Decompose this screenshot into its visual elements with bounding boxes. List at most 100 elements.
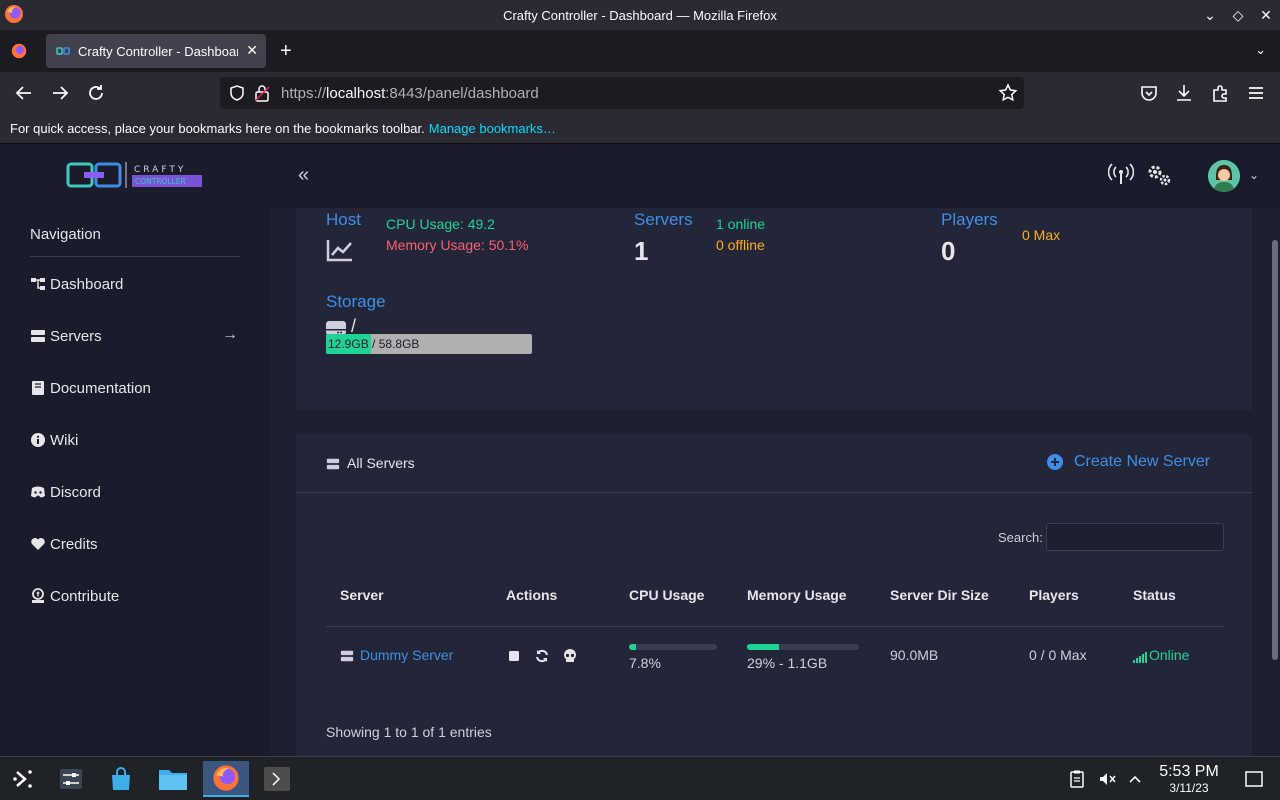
stop-icon[interactable] bbox=[506, 648, 522, 664]
firefox-taskbar-button[interactable] bbox=[203, 761, 249, 797]
server-icon bbox=[326, 458, 340, 470]
cell-status: Online bbox=[1119, 626, 1224, 684]
col-memory-usage[interactable]: Memory Usage bbox=[733, 564, 876, 627]
discover-store-button[interactable] bbox=[98, 761, 144, 797]
tab-close-icon[interactable]: ✕ bbox=[246, 42, 258, 59]
volume-muted-icon[interactable] bbox=[1097, 769, 1117, 789]
status-badge: Online bbox=[1149, 647, 1190, 664]
bookmark-star-icon[interactable] bbox=[998, 83, 1018, 103]
pocket-icon[interactable] bbox=[1138, 82, 1160, 104]
downloads-icon[interactable] bbox=[1173, 82, 1195, 104]
servers-label: Servers bbox=[634, 210, 693, 229]
tracking-protection-shield-icon[interactable] bbox=[228, 84, 246, 102]
bookmarks-toolbar: For quick access, place your bookmarks h… bbox=[0, 114, 1280, 144]
crafty-logo[interactable]: CRAFTY CONTROLLER bbox=[66, 160, 206, 190]
memory-progress-bar bbox=[747, 643, 859, 650]
sidebar-item-label: Discord bbox=[50, 483, 101, 501]
search-label: Search: bbox=[998, 530, 1043, 545]
hamburger-menu-icon[interactable] bbox=[1245, 82, 1267, 104]
sidebar-item-documentation[interactable]: Documentation bbox=[30, 376, 242, 400]
server-name-link[interactable]: Dummy Server bbox=[360, 647, 453, 663]
url-scheme: https:// bbox=[281, 84, 327, 102]
plus-circle-icon bbox=[1047, 454, 1063, 470]
col-actions[interactable]: Actions bbox=[492, 564, 615, 627]
app-topbar: CRAFTY CONTROLLER « ⌄ bbox=[0, 144, 1280, 208]
gears-settings-icon[interactable] bbox=[1146, 162, 1172, 188]
sidebar-item-dashboard[interactable]: Dashboard bbox=[30, 272, 242, 296]
col-players[interactable]: Players bbox=[1015, 564, 1119, 627]
sidebar-item-servers[interactable]: Servers → bbox=[30, 324, 242, 348]
clipboard-icon[interactable] bbox=[1067, 769, 1087, 789]
entries-summary: Showing 1 to 1 of 1 entries bbox=[326, 724, 492, 740]
restart-icon[interactable] bbox=[534, 648, 550, 664]
user-menu-chevron-icon[interactable]: ⌄ bbox=[1249, 168, 1259, 182]
sidebar-item-wiki[interactable]: Wiki bbox=[30, 428, 242, 452]
file-manager-button[interactable] bbox=[150, 761, 196, 797]
book-icon bbox=[32, 381, 44, 395]
firefox-logo-icon bbox=[5, 5, 23, 23]
user-avatar[interactable] bbox=[1208, 160, 1240, 192]
servers-count: 1 bbox=[634, 236, 649, 266]
col-server[interactable]: Server bbox=[326, 564, 492, 627]
maximize-icon[interactable]: ◇ bbox=[1224, 0, 1252, 30]
antenna-status-icon[interactable] bbox=[1108, 162, 1134, 188]
servers-offline-text: 0 offline bbox=[716, 237, 765, 253]
extensions-icon[interactable] bbox=[1209, 82, 1231, 104]
url-bar[interactable]: https://localhost:8443/panel/dashboard bbox=[220, 77, 1024, 109]
kill-skull-icon[interactable] bbox=[562, 648, 578, 664]
sidebar-item-credits[interactable]: Credits bbox=[30, 532, 242, 556]
col-server-dir-size[interactable]: Server Dir Size bbox=[876, 564, 1015, 627]
storage-progress-bar: 12.9GB / 58.8GB bbox=[326, 334, 532, 354]
sidebar-item-discord[interactable]: Discord bbox=[30, 480, 242, 504]
site-lock-icon[interactable] bbox=[254, 84, 270, 102]
create-new-server-button[interactable]: Create New Server bbox=[1046, 453, 1210, 471]
tray-expand-chevron-icon[interactable] bbox=[1125, 769, 1145, 789]
stats-card: Host CPU Usage: 49.2 Memory Usage: 50.1%… bbox=[296, 208, 1252, 410]
col-status[interactable]: Status bbox=[1119, 564, 1224, 627]
bookmarks-hint: For quick access, place your bookmarks h… bbox=[10, 121, 425, 136]
new-tab-icon[interactable]: + bbox=[280, 40, 292, 63]
firefox-view-icon[interactable] bbox=[10, 42, 28, 60]
system-settings-button[interactable] bbox=[48, 761, 94, 797]
table-header-row: Server Actions CPU Usage Memory Usage Se… bbox=[326, 564, 1224, 627]
col-cpu-usage[interactable]: CPU Usage bbox=[615, 564, 733, 627]
search-input[interactable] bbox=[1046, 523, 1224, 551]
clock[interactable]: 5:53 PM 3/11/23 bbox=[1150, 763, 1228, 795]
url-host: localhost bbox=[326, 84, 386, 102]
table-row: Dummy Server 7.8% 29% - 1.1GB 90.0MB 0 /… bbox=[326, 626, 1224, 684]
sidebar-item-contribute[interactable]: Contribute bbox=[30, 584, 242, 608]
sidebar-collapse-icon[interactable]: « bbox=[298, 164, 309, 187]
storage-total: 58.8GB bbox=[378, 337, 420, 351]
main-content: Host CPU Usage: 49.2 Memory Usage: 50.1%… bbox=[270, 208, 1280, 756]
window-titlebar: Crafty Controller - Dashboard — Mozilla … bbox=[0, 0, 1280, 30]
avatar-image-icon bbox=[1208, 160, 1240, 192]
cell-server: Dummy Server bbox=[326, 626, 492, 684]
arrow-right-icon[interactable]: → bbox=[222, 326, 238, 344]
discord-icon bbox=[31, 486, 45, 498]
minimize-icon[interactable]: ⌄ bbox=[1196, 0, 1224, 30]
sitemap-icon bbox=[31, 278, 45, 290]
window-controls: ⌄ ◇ ✕ bbox=[1196, 0, 1280, 30]
memory-usage-text: Memory Usage: 50.1% bbox=[386, 237, 529, 253]
navigation-toolbar: https://localhost:8443/panel/dashboard bbox=[0, 72, 1280, 114]
info-circle-icon bbox=[31, 433, 45, 447]
reload-icon[interactable] bbox=[85, 82, 107, 104]
manage-bookmarks-link[interactable]: Manage bookmarks… bbox=[429, 121, 556, 136]
terminal-button[interactable] bbox=[254, 761, 300, 797]
application-launcher-button[interactable] bbox=[0, 761, 46, 797]
page-scrollbar-thumb[interactable] bbox=[1272, 240, 1278, 660]
forward-icon[interactable] bbox=[49, 82, 71, 104]
show-desktop-icon[interactable] bbox=[1244, 769, 1264, 789]
sidebar-item-label: Contribute bbox=[50, 587, 120, 605]
back-icon[interactable] bbox=[13, 82, 35, 104]
tab-crafty-dashboard[interactable]: Crafty Controller - Dashboard ✕ bbox=[46, 34, 266, 68]
list-all-tabs-icon[interactable]: ⌄ bbox=[1255, 42, 1266, 58]
close-window-icon[interactable]: ✕ bbox=[1252, 0, 1280, 30]
signal-bars-icon bbox=[1133, 651, 1147, 663]
url-path: :8443/panel/dashboard bbox=[385, 84, 539, 102]
window-title: Crafty Controller - Dashboard — Mozilla … bbox=[503, 7, 777, 23]
host-label: Host bbox=[326, 210, 361, 229]
players-label: Players bbox=[941, 210, 998, 229]
create-new-server-label: Create New Server bbox=[1074, 453, 1211, 470]
sidebar-item-label: Documentation bbox=[50, 379, 151, 397]
